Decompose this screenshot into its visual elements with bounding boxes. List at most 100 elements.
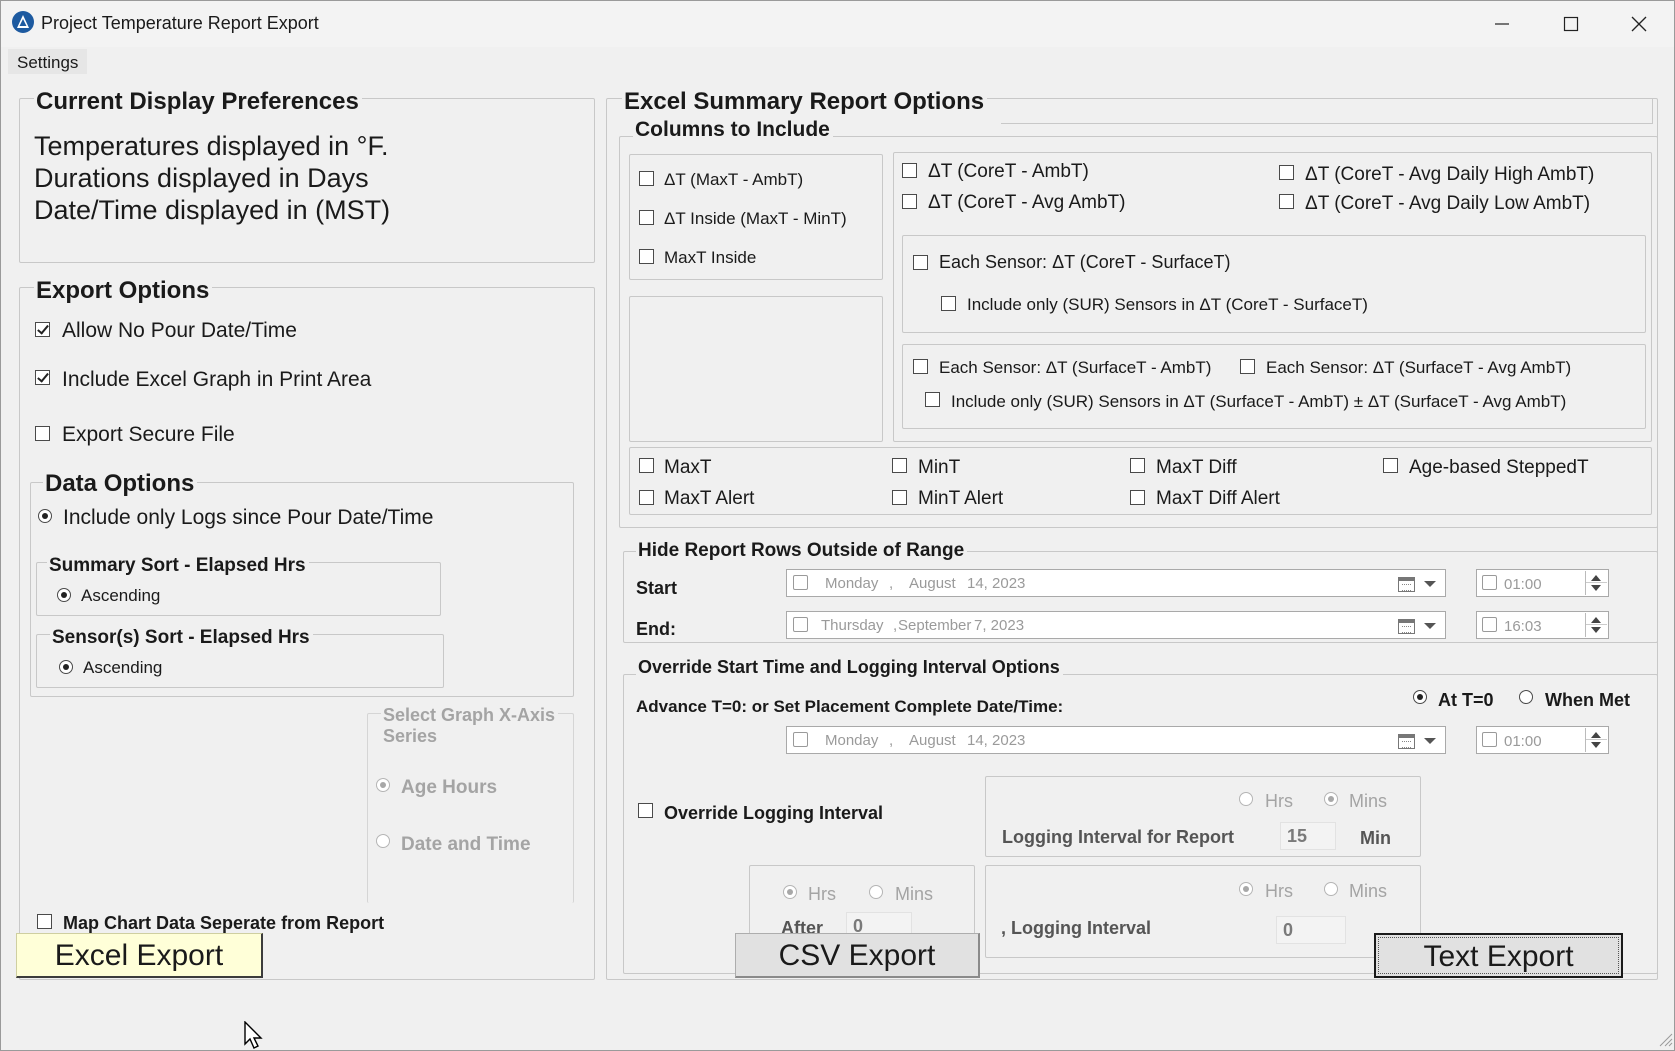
dt-core-avg-amb-checkbox[interactable] <box>902 194 917 209</box>
x-axis-series-title-2: Series <box>383 726 438 746</box>
include-graph-checkbox[interactable] <box>35 370 50 385</box>
maximize-icon <box>1563 16 1579 32</box>
display-preferences-title: Current Display Preferences <box>34 90 362 114</box>
logging-interval-group <box>985 865 1421 958</box>
age-stepped-checkbox[interactable] <box>1383 458 1398 473</box>
sur-core-surface-checkbox[interactable] <box>941 296 956 311</box>
advance-dropdown-icon[interactable] <box>1424 738 1436 744</box>
app-logo-icon <box>12 11 34 33</box>
end-date-checkbox[interactable] <box>793 617 808 632</box>
dt-core-low-label: ΔT (CoreT - Avg Daily Low AmbT) <box>1305 193 1591 214</box>
age-hours-label: Age Hours <box>401 777 498 798</box>
surface-subgroup <box>902 344 1646 429</box>
start-date-checkbox[interactable] <box>793 575 808 590</box>
advance-date-day-year: 14, 2023 <box>967 732 1026 749</box>
end-date-picker[interactable]: Thursday , September 7, 2023 <box>786 611 1446 639</box>
start-time-spinner[interactable] <box>1585 571 1607 595</box>
window-title: Project Temperature Report Export <box>41 13 319 33</box>
report-hrs-radio[interactable] <box>1239 792 1253 806</box>
secure-file-checkbox[interactable] <box>35 426 50 441</box>
include-logs-radio[interactable] <box>38 509 52 523</box>
excel-summary-divider <box>1001 98 1653 124</box>
minimize-icon <box>1495 23 1509 25</box>
advance-date-checkbox[interactable] <box>793 732 808 747</box>
sur-surface-both-label: Include only (SUR) Sensors in ΔT (Surfac… <box>951 392 1567 411</box>
override-logging-label: Override Logging Interval <box>664 803 884 823</box>
start-time-checkbox[interactable] <box>1482 575 1497 590</box>
maxt-inside-checkbox[interactable] <box>639 249 654 264</box>
maximize-button[interactable] <box>1536 1 1606 47</box>
maxt-alert-checkbox[interactable] <box>639 490 654 505</box>
dt-core-amb-checkbox[interactable] <box>902 163 917 178</box>
age-hours-radio[interactable] <box>376 778 390 792</box>
advance-time-checkbox[interactable] <box>1482 732 1497 747</box>
datetime-preference: Date/Time displayed in (MST) <box>34 195 391 225</box>
report-mins-label: Mins <box>1349 791 1388 811</box>
start-time-value: 01:00 <box>1504 576 1542 593</box>
dt-core-high-checkbox[interactable] <box>1279 165 1294 180</box>
advance-date-picker[interactable]: Monday , August 14, 2023 <box>786 726 1446 754</box>
end-date-comma: , <box>893 617 898 634</box>
excel-export-button[interactable]: Excel Export <box>16 933 263 978</box>
after-hrs-label: Hrs <box>808 884 836 904</box>
end-time-picker[interactable]: 16:03 <box>1476 611 1609 639</box>
summary-sort-ascending-label: Ascending <box>81 586 161 605</box>
each-surface-avg-checkbox[interactable] <box>1240 359 1255 374</box>
each-surface-amb-checkbox[interactable] <box>913 359 928 374</box>
each-core-surface-checkbox[interactable] <box>913 255 928 270</box>
core-surface-subgroup <box>902 235 1646 333</box>
columns-title: Columns to Include <box>633 119 833 140</box>
report-mins-radio[interactable] <box>1324 792 1338 806</box>
close-button[interactable] <box>1604 1 1674 47</box>
maxt-diff-alert-label: MaxT Diff Alert <box>1156 488 1280 509</box>
when-met-radio[interactable] <box>1519 690 1533 704</box>
advance-time-picker[interactable]: 01:00 <box>1476 726 1609 754</box>
mint-checkbox[interactable] <box>892 458 907 473</box>
menu-settings[interactable]: Settings <box>8 49 88 74</box>
dt-core-amb-label: ΔT (CoreT - AmbT) <box>928 161 1089 182</box>
end-dropdown-icon[interactable] <box>1424 623 1436 629</box>
summary-sort-ascending-radio[interactable] <box>57 588 71 602</box>
logging-report-label: Logging Interval for Report <box>1002 827 1234 847</box>
after-mins-radio[interactable] <box>869 885 883 899</box>
maxt-diff-checkbox[interactable] <box>1130 458 1145 473</box>
maxt-diff-label: MaxT Diff <box>1156 457 1237 478</box>
after-hrs-radio[interactable] <box>783 885 797 899</box>
sensor-sort-ascending-label: Ascending <box>83 658 163 677</box>
dt-inside-checkbox[interactable] <box>639 210 654 225</box>
summary-sort-title: Summary Sort - Elapsed Hrs <box>47 556 309 575</box>
mint-alert-checkbox[interactable] <box>892 490 907 505</box>
each-surface-amb-label: Each Sensor: ΔT (SurfaceT - AmbT) <box>939 358 1212 377</box>
start-date-comma: , <box>889 575 894 592</box>
end-date-day-year: 7, 2023 <box>974 617 1025 634</box>
start-dropdown-icon[interactable] <box>1424 581 1436 587</box>
sensor-sort-ascending-radio[interactable] <box>59 660 73 674</box>
sur-surface-both-checkbox[interactable] <box>925 392 940 407</box>
at-t0-radio[interactable] <box>1413 690 1427 704</box>
override-logging-checkbox[interactable] <box>638 803 653 818</box>
logging-report-input[interactable]: 15 <box>1280 822 1336 850</box>
dt-maxt-ambt-checkbox[interactable] <box>639 171 654 186</box>
csv-export-button[interactable]: CSV Export <box>735 933 980 978</box>
date-and-time-radio[interactable] <box>376 834 390 848</box>
interval-hrs-radio[interactable] <box>1239 882 1253 896</box>
resize-grip-icon[interactable] <box>1657 1031 1673 1047</box>
mouse-cursor-icon <box>244 1021 263 1049</box>
date-and-time-label: Date and Time <box>401 834 531 855</box>
end-time-checkbox[interactable] <box>1482 617 1497 632</box>
map-chart-checkbox[interactable] <box>37 914 52 929</box>
allow-no-pour-checkbox[interactable] <box>35 322 50 337</box>
start-date-picker[interactable]: Monday , August 14, 2023 <box>786 569 1446 597</box>
text-export-button[interactable]: Text Export <box>1374 933 1623 978</box>
maxt-checkbox[interactable] <box>639 458 654 473</box>
mint-alert-label: MinT Alert <box>918 488 1004 509</box>
logging-interval-input[interactable]: 0 <box>1276 916 1346 944</box>
start-time-picker[interactable]: 01:00 <box>1476 569 1609 597</box>
minimize-button[interactable] <box>1467 1 1537 47</box>
advance-time-spinner[interactable] <box>1585 728 1607 752</box>
interval-mins-radio[interactable] <box>1324 882 1338 896</box>
dt-core-low-checkbox[interactable] <box>1279 194 1294 209</box>
app-window: Project Temperature Report Export Settin… <box>0 0 1675 1051</box>
end-time-spinner[interactable] <box>1585 613 1607 637</box>
maxt-diff-alert-checkbox[interactable] <box>1130 490 1145 505</box>
